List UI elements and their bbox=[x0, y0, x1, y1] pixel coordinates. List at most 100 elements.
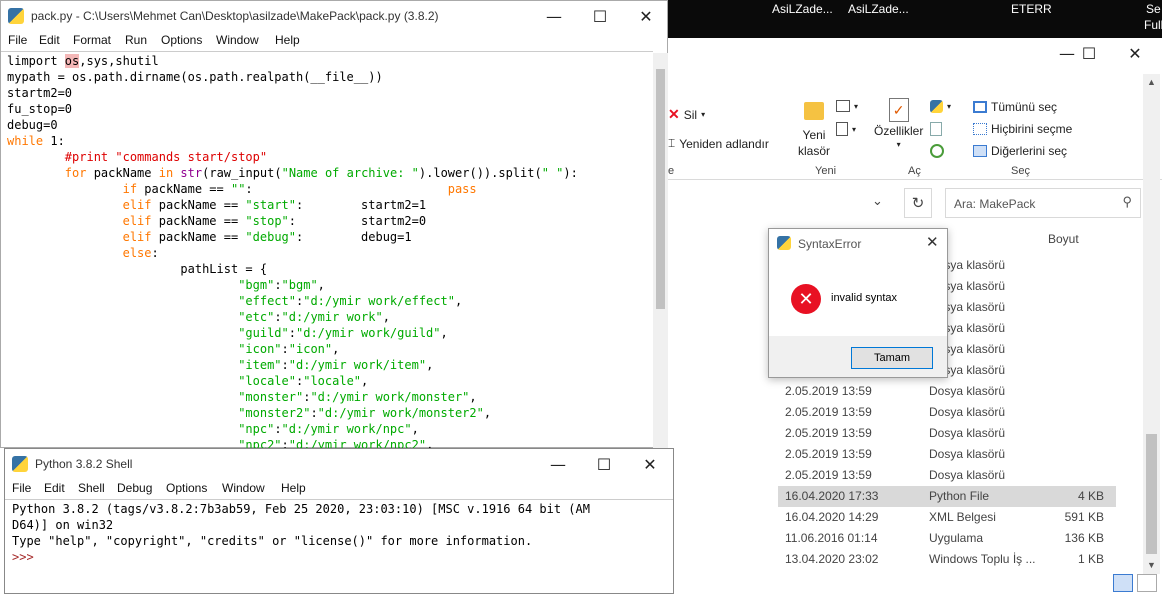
scrollbar-thumb[interactable] bbox=[1146, 434, 1157, 554]
row-date: 2.05.2019 13:59 bbox=[785, 426, 872, 440]
shell-menubar: File Edit Shell Debug Options Window Hel… bbox=[5, 479, 673, 499]
row-type: Dosya klasörü bbox=[929, 405, 1006, 419]
row-type: Dosya klasörü bbox=[929, 447, 1006, 461]
error-icon: ✕ bbox=[791, 284, 821, 314]
file-list-row[interactable]: 13.04.2020 23:02 Windows Toplu İş ... 1 KB bbox=[778, 549, 1116, 570]
ribbon-group-label: e bbox=[668, 165, 675, 177]
history-icon[interactable] bbox=[930, 144, 944, 158]
delete-button[interactable]: ✕ Sil ▾ bbox=[668, 106, 705, 123]
edit-icon[interactable] bbox=[930, 122, 942, 136]
row-date: 2.05.2019 13:59 bbox=[785, 468, 872, 482]
taskbar-strip: AsiLZade... AsiLZade... ETERR Se Full bbox=[668, 0, 1162, 38]
menu-options[interactable]: Options bbox=[161, 33, 202, 47]
menu-file[interactable]: File bbox=[12, 481, 31, 495]
shell-prompt: >>> bbox=[12, 550, 34, 564]
row-size: 591 KB bbox=[1064, 510, 1104, 524]
menu-format[interactable]: Format bbox=[73, 33, 111, 47]
scroll-up-icon[interactable]: ▲ bbox=[1143, 74, 1160, 91]
menu-edit[interactable]: Edit bbox=[44, 481, 65, 495]
details-view-icon[interactable] bbox=[1113, 574, 1133, 592]
menu-options[interactable]: Options bbox=[166, 481, 207, 495]
dialog-title: SyntaxError bbox=[798, 237, 862, 251]
minimize-icon[interactable]: — bbox=[535, 449, 581, 479]
file-list-row[interactable]: 2.05.2019 13:59 Dosya klasörü bbox=[778, 423, 1116, 444]
easy-access-icon[interactable]: ▾ bbox=[836, 122, 856, 136]
row-date: 16.04.2020 14:29 bbox=[785, 510, 879, 524]
ribbon-group-label: Aç bbox=[908, 165, 921, 177]
taskbar-item[interactable]: ETERR bbox=[1011, 2, 1052, 16]
select-all-icon bbox=[973, 101, 987, 113]
invert-selection-button[interactable]: Diğerlerini seç bbox=[973, 144, 1067, 158]
file-list-row[interactable]: 2.05.2019 13:59 Dosya klasörü bbox=[778, 402, 1116, 423]
idle-editor-window: pack.py - C:\Users\Mehmet Can\Desktop\as… bbox=[0, 0, 668, 452]
new-item-icon[interactable]: ▾ bbox=[836, 100, 858, 112]
select-all-button[interactable]: Tümünü seç bbox=[973, 100, 1057, 114]
row-size: 136 KB bbox=[1064, 531, 1104, 545]
refresh-icon[interactable]: ↻ bbox=[904, 188, 932, 218]
rename-icon: ⌶ bbox=[668, 136, 676, 150]
search-input[interactable]: Ara: MakePack ⚲ bbox=[945, 188, 1141, 218]
editor-scrollbar-thumb[interactable] bbox=[656, 69, 665, 309]
row-type: Dosya klasörü bbox=[929, 384, 1006, 398]
open-with-icon[interactable]: ▾ bbox=[930, 100, 951, 113]
python-shell-icon bbox=[12, 456, 28, 472]
shell-output[interactable]: Python 3.8.2 (tags/v3.8.2:7b3ab59, Feb 2… bbox=[12, 501, 590, 565]
chevron-down-icon: ▾ bbox=[896, 140, 901, 149]
properties-button[interactable]: ✓ Özellikler ▾ bbox=[874, 98, 923, 149]
menu-file[interactable]: File bbox=[8, 33, 27, 47]
address-history-chevron-icon[interactable]: ⌄ bbox=[872, 193, 883, 209]
large-icons-view-icon[interactable] bbox=[1137, 574, 1157, 592]
close-icon[interactable]: ✕ bbox=[1112, 38, 1158, 68]
file-list-row[interactable]: 16.04.2020 17:33 Python File 4 KB bbox=[778, 486, 1116, 507]
file-list-row[interactable]: 16.04.2020 14:29 XML Belgesi 591 KB bbox=[778, 507, 1116, 528]
menu-debug[interactable]: Debug bbox=[117, 481, 152, 495]
menu-help[interactable]: Help bbox=[281, 481, 306, 495]
menu-help[interactable]: Help bbox=[275, 33, 300, 47]
select-none-icon bbox=[973, 123, 987, 135]
maximize-icon[interactable]: ☐ bbox=[581, 449, 627, 479]
row-size: 4 KB bbox=[1077, 489, 1104, 503]
rename-button[interactable]: ⌶ Yeniden adlandır bbox=[668, 136, 769, 151]
select-none-button[interactable]: Hiçbirini seçme bbox=[973, 122, 1072, 136]
menu-shell[interactable]: Shell bbox=[78, 481, 105, 495]
editor-titlebar: pack.py - C:\Users\Mehmet Can\Desktop\as… bbox=[1, 1, 667, 31]
ok-button[interactable]: Tamam bbox=[851, 347, 933, 369]
menu-window[interactable]: Window bbox=[216, 33, 259, 47]
close-icon[interactable]: ✕ bbox=[627, 449, 673, 479]
taskbar-item[interactable]: Se bbox=[1146, 2, 1161, 16]
new-folder-button[interactable]: Yeni klasör bbox=[798, 98, 830, 158]
file-list-row[interactable]: 11.06.2016 01:14 Uygulama 136 KB bbox=[778, 528, 1116, 549]
scroll-down-icon[interactable]: ▼ bbox=[1143, 557, 1160, 574]
row-date: 2.05.2019 13:59 bbox=[785, 447, 872, 461]
dialog-message: invalid syntax bbox=[831, 292, 898, 304]
syntax-error-dialog: SyntaxError ✕ ✕ invalid syntax Tamam bbox=[768, 228, 948, 378]
menu-window[interactable]: Window bbox=[222, 481, 265, 495]
row-date: 13.04.2020 23:02 bbox=[785, 552, 879, 566]
file-list-row[interactable]: 2.05.2019 13:59 Dosya klasörü bbox=[778, 381, 1116, 402]
taskbar-item[interactable]: Full bbox=[1144, 18, 1162, 32]
close-icon[interactable]: ✕ bbox=[926, 233, 939, 251]
menu-edit[interactable]: Edit bbox=[39, 33, 60, 47]
row-type: Python File bbox=[929, 489, 990, 503]
column-header-size[interactable]: Boyut bbox=[1048, 232, 1079, 246]
maximize-icon[interactable]: ☐ bbox=[577, 1, 623, 31]
maximize-icon[interactable]: ☐ bbox=[1066, 38, 1112, 68]
menu-run[interactable]: Run bbox=[125, 33, 147, 47]
minimize-icon[interactable]: — bbox=[531, 1, 577, 31]
close-icon[interactable]: ✕ bbox=[623, 1, 669, 31]
folder-icon bbox=[804, 102, 824, 120]
shell-titlebar: Python 3.8.2 Shell — ☐ ✕ bbox=[5, 449, 673, 479]
explorer-scrollbar[interactable]: ▲ ▼ bbox=[1143, 74, 1160, 574]
file-list-row[interactable]: 2.05.2019 13:59 Dosya klasörü bbox=[778, 465, 1116, 486]
taskbar-item[interactable]: AsiLZade... bbox=[772, 2, 833, 16]
row-date: 16.04.2020 17:33 bbox=[785, 489, 879, 503]
taskbar-item[interactable]: AsiLZade... bbox=[848, 2, 909, 16]
row-date: 2.05.2019 13:59 bbox=[785, 405, 872, 419]
file-list-row[interactable]: 2.05.2019 13:59 Dosya klasörü bbox=[778, 444, 1116, 465]
chevron-down-icon: ▾ bbox=[701, 110, 706, 119]
ribbon-group-label: Yeni bbox=[815, 165, 837, 177]
code-editor[interactable]: limport os,sys,shutil mypath = os.path.d… bbox=[7, 53, 578, 453]
row-type: XML Belgesi bbox=[929, 510, 996, 524]
ribbon-group-label: Seç bbox=[1011, 165, 1030, 177]
search-icon: ⚲ bbox=[1122, 194, 1132, 209]
